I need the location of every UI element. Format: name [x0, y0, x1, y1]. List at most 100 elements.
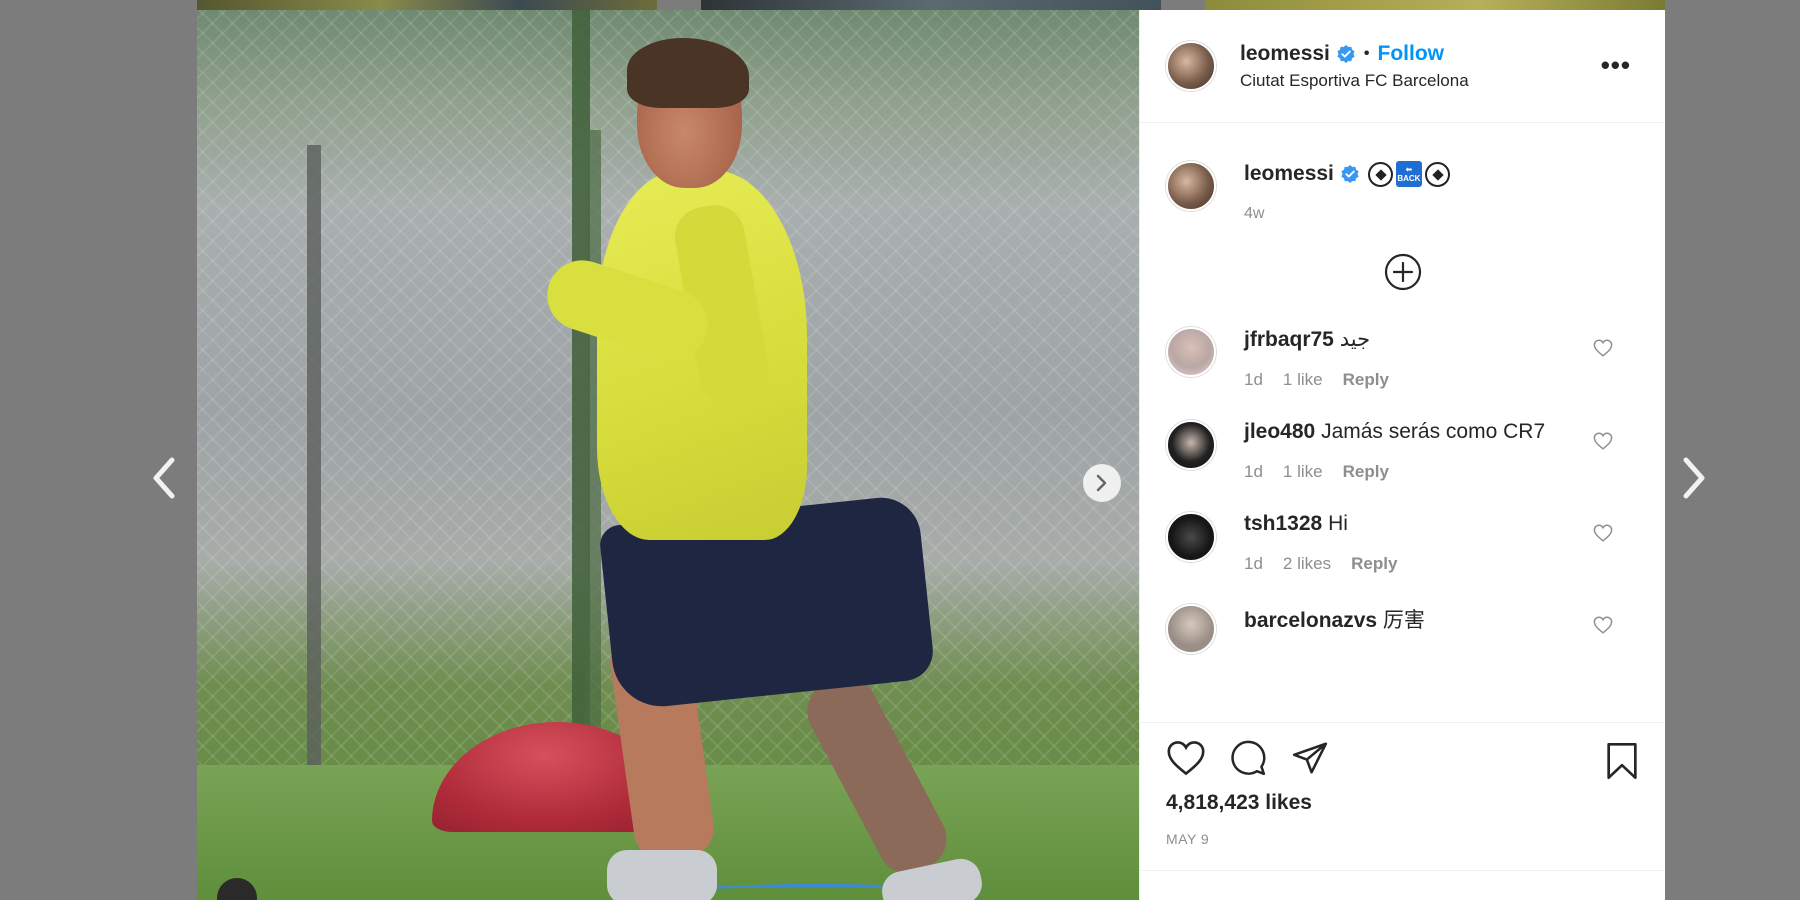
photo-player — [487, 30, 986, 900]
comment-text: Jamás serás como CR7 — [1321, 420, 1546, 443]
author-username[interactable]: leomessi — [1240, 42, 1330, 66]
previous-post-arrow[interactable] — [150, 456, 176, 505]
comment-like-count[interactable]: 1 like — [1283, 462, 1323, 482]
comment-text: Hi — [1328, 512, 1348, 535]
comment-item: jfrbaqr75 جيد 1d 1 like Reply — [1166, 327, 1639, 390]
add-comment-bar[interactable] — [1140, 870, 1665, 900]
commenter-username[interactable]: barcelonazvs — [1244, 609, 1377, 632]
comment-body: jfrbaqr75 جيد 1d 1 like Reply — [1244, 327, 1389, 390]
commenter-avatar[interactable] — [1166, 327, 1216, 377]
comment-line: barcelonazvs 厉害 — [1244, 604, 1425, 634]
back-arrow-glyph: ⬅ — [1405, 165, 1413, 174]
comments-panel[interactable]: leomessi ⬅ BACK 4w jfrbaqr75 جيد 1d 1 li… — [1140, 123, 1665, 722]
load-more-comments-button[interactable] — [1166, 253, 1639, 291]
comment-reply-button[interactable]: Reply — [1351, 554, 1397, 574]
comment-like-count[interactable]: 2 likes — [1283, 554, 1331, 574]
post-like-count[interactable]: 4,818,423 likes — [1166, 791, 1639, 815]
comment-reply-button[interactable]: Reply — [1343, 370, 1389, 390]
comment-item: jleo480 Jamás serás como CR7 1d 1 like R… — [1166, 420, 1639, 482]
comment-body: tsh1328 Hi 1d 2 likes Reply — [1244, 512, 1397, 574]
carousel-next-button[interactable] — [1083, 464, 1121, 502]
commenter-avatar[interactable] — [1166, 420, 1216, 470]
feed-thumbnail[interactable] — [197, 0, 657, 10]
comment-meta: 1d 1 like Reply — [1244, 370, 1389, 390]
player-shoe — [607, 850, 717, 900]
heart-icon — [1167, 741, 1205, 776]
verified-badge-icon — [1340, 164, 1360, 184]
comment-like-button[interactable] — [1593, 616, 1613, 639]
chevron-right-icon — [1096, 474, 1107, 492]
heart-icon — [1593, 524, 1613, 542]
feed-thumbnail-strip — [197, 0, 1665, 10]
comment-text: 厉害 — [1382, 609, 1425, 632]
chevron-right-icon — [1683, 457, 1705, 499]
heart-icon — [1593, 616, 1613, 634]
author-line: leomessi • Follow — [1240, 42, 1469, 66]
post-caption: leomessi ⬅ BACK 4w — [1166, 161, 1639, 223]
action-bar — [1166, 739, 1639, 777]
comment-timestamp[interactable]: 1d — [1244, 554, 1263, 574]
comment-text: جيد — [1339, 328, 1371, 351]
comment-like-button[interactable] — [1593, 339, 1613, 362]
commenter-avatar[interactable] — [1166, 604, 1216, 654]
post-location[interactable]: Ciutat Esportiva FC Barcelona — [1240, 71, 1469, 91]
comment-item: barcelonazvs 厉害 — [1166, 604, 1639, 654]
soccer-ball-icon — [1424, 161, 1450, 187]
soccer-ball-icon — [1367, 161, 1393, 187]
comment-timestamp[interactable]: 1d — [1244, 370, 1263, 390]
post-photo[interactable] — [197, 10, 1139, 900]
comment-timestamp[interactable]: 1d — [1244, 462, 1263, 482]
commenter-username[interactable]: jfrbaqr75 — [1244, 328, 1334, 351]
back-arrow-label: BACK — [1397, 174, 1421, 183]
comment-icon — [1231, 740, 1266, 776]
save-post-button[interactable] — [1605, 741, 1639, 786]
share-button[interactable] — [1290, 739, 1330, 777]
comment-line: tsh1328 Hi — [1244, 512, 1397, 536]
commenter-username[interactable]: tsh1328 — [1244, 512, 1322, 535]
comment-body: jleo480 Jamás serás como CR7 1d 1 like R… — [1244, 420, 1545, 482]
comment-meta: 1d 1 like Reply — [1244, 462, 1545, 482]
next-post-arrow[interactable] — [1682, 456, 1708, 505]
player-hair — [627, 38, 749, 108]
like-button[interactable] — [1166, 740, 1206, 776]
comment-line: jleo480 Jamás serás como CR7 — [1244, 420, 1545, 444]
comment-meta: 1d 2 likes Reply — [1244, 554, 1397, 574]
comment-button[interactable] — [1228, 739, 1268, 777]
post-actions-area: 4,818,423 likes MAY 9 — [1140, 722, 1665, 870]
verified-badge-icon — [1336, 44, 1356, 64]
heart-icon — [1593, 432, 1613, 450]
caption-timestamp[interactable]: 4w — [1244, 205, 1450, 223]
chevron-left-icon — [153, 457, 175, 499]
header-separator: • — [1363, 44, 1370, 62]
author-info: leomessi • Follow Ciutat Esportiva FC Ba… — [1240, 42, 1469, 91]
feed-thumbnail[interactable] — [1205, 0, 1665, 10]
bookmark-icon — [1607, 743, 1637, 779]
post-date[interactable]: MAY 9 — [1166, 831, 1639, 847]
commenter-username[interactable]: jleo480 — [1244, 420, 1315, 443]
comment-line: jfrbaqr75 جيد — [1244, 327, 1389, 352]
comment-like-count[interactable]: 1 like — [1283, 370, 1323, 390]
back-arrow-icon: ⬅ BACK — [1395, 161, 1422, 187]
post-header: leomessi • Follow Ciutat Esportiva FC Ba… — [1140, 10, 1665, 123]
comment-like-button[interactable] — [1593, 524, 1613, 547]
comment-reply-button[interactable]: Reply — [1343, 462, 1389, 482]
caption-line: leomessi ⬅ BACK — [1244, 161, 1450, 187]
caption-username[interactable]: leomessi — [1244, 162, 1334, 186]
caption-emoji: ⬅ BACK — [1367, 161, 1450, 187]
author-avatar[interactable] — [1166, 161, 1216, 211]
comment-item: tsh1328 Hi 1d 2 likes Reply — [1166, 512, 1639, 574]
post-modal: leomessi • Follow Ciutat Esportiva FC Ba… — [197, 10, 1665, 900]
share-icon — [1292, 742, 1328, 774]
more-options-icon[interactable]: ••• — [1601, 52, 1631, 78]
post-sidebar: leomessi • Follow Ciutat Esportiva FC Ba… — [1139, 10, 1665, 900]
heart-icon — [1593, 339, 1613, 357]
caption-body: leomessi ⬅ BACK 4w — [1244, 161, 1450, 223]
photo-fence-post — [307, 145, 321, 780]
author-avatar[interactable] — [1166, 41, 1216, 91]
follow-button[interactable]: Follow — [1378, 42, 1445, 66]
comment-body: barcelonazvs 厉害 — [1244, 604, 1425, 654]
commenter-avatar[interactable] — [1166, 512, 1216, 562]
feed-thumbnail[interactable] — [701, 0, 1161, 10]
load-more-plus-icon — [1384, 253, 1421, 291]
comment-like-button[interactable] — [1593, 432, 1613, 455]
